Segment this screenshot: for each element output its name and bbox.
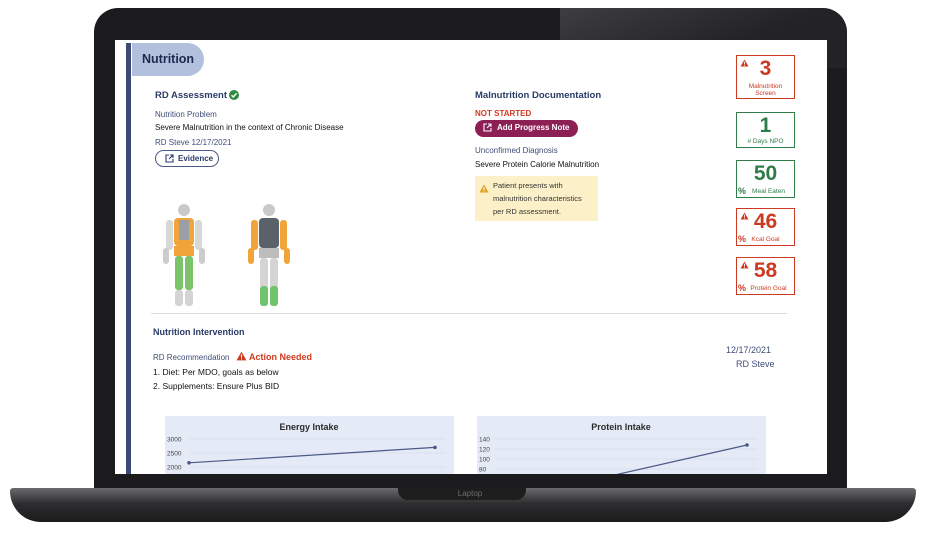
chart-title: Protein Intake: [591, 422, 651, 432]
metric-kcal-goal[interactable]: 46 % Kcal Goal: [736, 208, 795, 246]
y-tick-label: 140: [479, 437, 490, 444]
intervention-title: Nutrition Intervention: [153, 327, 245, 337]
metric-malnutrition-screen[interactable]: 3 Malnutrition Screen: [736, 55, 795, 99]
metric-value: 50: [753, 162, 778, 185]
add-progress-note-button[interactable]: Add Progress Note: [475, 120, 578, 137]
y-tick-label: 80: [479, 467, 487, 474]
external-link-icon: [483, 123, 492, 132]
rd-assessment-title: RD Assessment: [155, 90, 227, 101]
diagnosis-label: Unconfirmed Diagnosis: [475, 146, 558, 155]
metric-caption: Screen: [755, 90, 776, 97]
y-tick-label: 120: [479, 447, 490, 454]
metric-caption: Malnutrition: [748, 83, 783, 90]
metric-caption: Kcal Goal: [751, 236, 780, 243]
data-point: [433, 445, 437, 450]
data-point: [745, 443, 749, 447]
action-needed-label: Action Needed: [249, 352, 313, 362]
alert-line: Patient presents with: [493, 181, 563, 190]
body-figure-front: [163, 204, 205, 306]
assessment-author-date: RD Steve 12/17/2021: [155, 138, 232, 147]
metric-caption: Protein Goal: [750, 285, 787, 292]
tab-nutrition[interactable]: Nutrition: [132, 43, 204, 76]
metric-meal-eaten[interactable]: 50 % Meal Eaten: [736, 160, 795, 198]
evidence-button-label: Evidence: [178, 154, 214, 163]
add-progress-note-label: Add Progress Note: [497, 123, 570, 132]
y-tick-label: 2500: [167, 451, 182, 458]
y-tick-label: 2000: [167, 465, 182, 472]
nutrition-problem-value: Severe Malnutrition in the context of Ch…: [155, 123, 344, 132]
metric-value: 46: [753, 210, 778, 233]
metric-caption: # Days NPO: [747, 138, 784, 145]
rd-recommendation-label: RD Recommendation: [153, 353, 230, 362]
data-point: [187, 461, 191, 465]
protein-intake-svg: Protein Intake 140 120 100 80: [479, 422, 757, 474]
protein-intake-chart: Protein Intake 140 120 100 80: [477, 416, 766, 474]
metric-caption: Meal Eaten: [752, 188, 785, 195]
energy-intake-svg: Energy Intake 3000 2500 2000: [167, 422, 445, 472]
chart-title: Energy Intake: [279, 422, 338, 432]
alert-line: per RD assessment.: [493, 207, 561, 216]
metric-value: 58: [753, 259, 778, 282]
metric-value: 1: [759, 114, 772, 137]
recommendation-item: 1. Diet: Per MDO, goals as below: [153, 367, 279, 377]
warning-icon: [479, 184, 489, 193]
metric-value: 3: [759, 57, 772, 80]
check-circle-icon: [229, 90, 239, 100]
malnutrition-alert: Patient presents with malnutrition chara…: [475, 176, 598, 221]
warning-icon: [236, 351, 247, 361]
intervention-date: 12/17/2021: [726, 345, 772, 355]
nutrition-problem-label: Nutrition Problem: [155, 110, 217, 119]
y-tick-label: 100: [479, 457, 490, 464]
recommendation-item: 2. Supplements: Ensure Plus BID: [153, 381, 280, 391]
series-line: [616, 444, 748, 474]
evidence-button[interactable]: Evidence: [155, 150, 219, 167]
left-accent-rule: [126, 43, 131, 474]
alert-line: malnutrition characteristics: [493, 194, 582, 203]
energy-intake-chart: Energy Intake 3000 2500 2000: [165, 416, 454, 474]
metric-protein-goal[interactable]: 58 % Protein Goal: [736, 257, 795, 295]
intervention-author: RD Steve: [736, 359, 775, 369]
tab-nutrition-label: Nutrition: [142, 52, 195, 66]
section-divider: [151, 313, 787, 314]
malnutrition-doc-title: Malnutrition Documentation: [475, 90, 602, 101]
series-line: [188, 446, 436, 464]
body-figure-back: [248, 204, 290, 306]
metric-days-npo[interactable]: 1 # Days NPO: [736, 112, 795, 148]
app-screen: Nutrition RD Assessment Nutrition Proble…: [115, 40, 827, 474]
y-tick-label: 3000: [167, 437, 182, 444]
malnutrition-doc-status: NOT STARTED: [475, 109, 532, 118]
external-link-icon: [165, 154, 174, 163]
laptop-label: Laptop: [457, 489, 483, 498]
diagnosis-value: Severe Protein Calorie Malnutrition: [475, 160, 600, 169]
